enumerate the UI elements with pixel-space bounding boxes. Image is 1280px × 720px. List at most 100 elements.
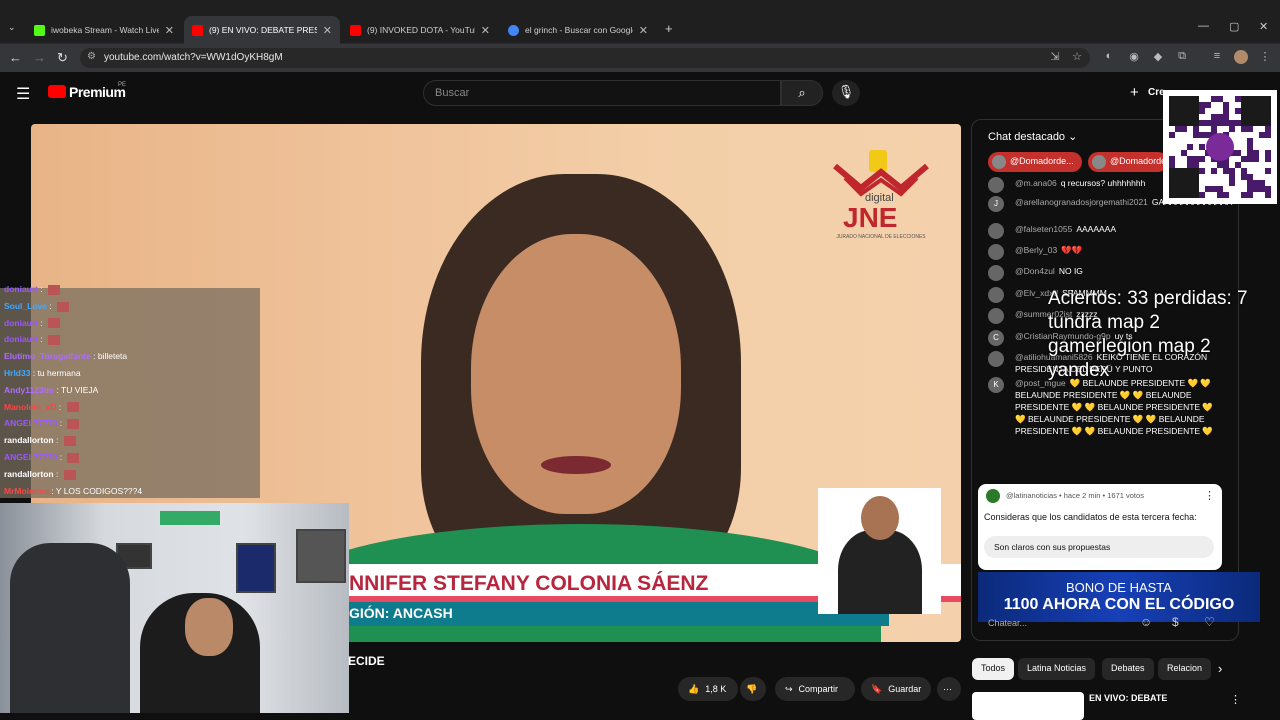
avatar[interactable] bbox=[988, 177, 1004, 193]
chat-username[interactable]: @Don4zul bbox=[1015, 266, 1055, 276]
chat-username: doniaurt bbox=[4, 317, 38, 328]
site-info-icon[interactable]: ⚙ bbox=[87, 51, 96, 62]
hamburger-menu-icon[interactable]: ☰ bbox=[16, 84, 30, 104]
save-label: Guardar bbox=[888, 684, 922, 694]
window-close-icon[interactable]: ✕ bbox=[1259, 20, 1268, 33]
ad-line-1: BONO DE HASTA bbox=[1066, 580, 1172, 595]
emote-icon bbox=[66, 402, 79, 413]
filter-chip[interactable]: Latina Noticias bbox=[1018, 658, 1096, 680]
tab-title: (9) INVOKED DOTA - YouTube bbox=[367, 25, 475, 35]
menu-icon[interactable]: ⋮ bbox=[1258, 50, 1272, 64]
forward-icon[interactable]: → bbox=[33, 50, 46, 65]
profile-avatar[interactable] bbox=[1234, 50, 1248, 64]
chat-username[interactable]: @Berly_03 bbox=[1015, 245, 1057, 255]
avatar[interactable] bbox=[988, 244, 1004, 260]
avatar[interactable] bbox=[988, 287, 1004, 303]
emote-icon bbox=[63, 435, 76, 446]
tab-youtube-debate[interactable]: (9) EN VIVO: DEBATE PRESID ✕ bbox=[184, 16, 340, 44]
pinned-message[interactable]: @Domadorde bbox=[1088, 152, 1168, 172]
streamer-webcam bbox=[0, 503, 349, 713]
qr-code-overlay bbox=[1163, 90, 1277, 204]
heart-icon[interactable]: ♡ bbox=[1204, 615, 1215, 629]
tab-title: iwobeka Stream - Watch Live o bbox=[51, 25, 159, 35]
extension-icon[interactable]: ◉ bbox=[1127, 50, 1141, 64]
close-icon[interactable]: ✕ bbox=[639, 24, 648, 37]
tab-youtube-dota[interactable]: (9) INVOKED DOTA - YouTube ✕ bbox=[342, 16, 498, 44]
extension-icon[interactable]: ◐ bbox=[1102, 50, 1116, 64]
chat-message-body: @Don4zul NO IG bbox=[1015, 265, 1218, 277]
address-bar[interactable]: ⚙ youtube.com/watch?v=WW1dOyKH8gM bbox=[80, 48, 1090, 68]
filter-chip[interactable]: Relacion bbox=[1158, 658, 1212, 680]
more-icon[interactable]: ⋮ bbox=[1204, 489, 1215, 502]
interpreter-body bbox=[838, 530, 922, 614]
media-icon[interactable]: ≡ bbox=[1210, 50, 1224, 64]
separator: : bbox=[38, 284, 46, 294]
chat-text: NO IG bbox=[1058, 266, 1083, 276]
poll-option[interactable]: Son claros con sus propuestas bbox=[984, 536, 1214, 558]
related-video-title[interactable]: EN VIVO: DEBATE bbox=[1089, 693, 1167, 703]
avatar[interactable] bbox=[988, 351, 1004, 367]
chat-header[interactable]: Chat destacado ⌄ bbox=[988, 130, 1077, 143]
emoji-icon[interactable]: ☺ bbox=[1140, 615, 1152, 629]
search-input[interactable]: Buscar bbox=[423, 80, 781, 106]
emote-icon bbox=[67, 419, 80, 430]
chat-username[interactable]: @arellanogranadosjorgemathi2021 bbox=[1015, 197, 1148, 207]
puzzle-icon[interactable]: ⧉ bbox=[1175, 50, 1189, 64]
save-button[interactable]: 🔖 Guardar bbox=[861, 677, 931, 701]
super-chat-icon[interactable]: $ bbox=[1172, 615, 1179, 629]
avatar[interactable]: K bbox=[988, 377, 1004, 393]
more-icon[interactable]: ⋮ bbox=[1230, 693, 1241, 706]
chat-input[interactable]: Chatear... bbox=[988, 612, 1138, 634]
filter-chip[interactable]: Todos bbox=[972, 658, 1015, 680]
avatar[interactable]: J bbox=[988, 196, 1004, 212]
youtube-brand[interactable]: Premium bbox=[69, 84, 126, 100]
tab-title: el grinch - Buscar con Google bbox=[525, 25, 633, 35]
tab-google[interactable]: el grinch - Buscar con Google ✕ bbox=[500, 16, 656, 44]
browser-tab-bar: ⌄ iwobeka Stream - Watch Live o ✕ (9) EN… bbox=[0, 0, 1280, 44]
chat-username: Elutimo_Torogalfante bbox=[4, 351, 91, 362]
close-icon[interactable]: ✕ bbox=[481, 24, 490, 37]
voice-search-button[interactable]: 🎙 bbox=[832, 80, 860, 106]
chat-message: K @post_mgue 💛 BELAUNDE PRESIDENTE 💛 💛 BEL… bbox=[988, 377, 1218, 437]
related-video-thumbnail[interactable] bbox=[972, 692, 1084, 720]
extension-icon[interactable]: ◆ bbox=[1151, 50, 1165, 64]
avatar[interactable]: C bbox=[988, 330, 1004, 346]
reload-icon[interactable]: ↻ bbox=[57, 50, 68, 66]
chat-username: randallorton bbox=[4, 435, 54, 446]
youtube-logo-icon[interactable] bbox=[48, 85, 66, 98]
back-icon[interactable]: ← bbox=[9, 50, 22, 65]
poll-option-label: Son claros con sus propuestas bbox=[994, 542, 1111, 552]
logo-jne-text: JNE bbox=[843, 202, 898, 233]
chat-message-body: @falseten1055 AAAAAAA bbox=[1015, 223, 1218, 235]
chevron-right-icon[interactable]: › bbox=[1218, 661, 1222, 676]
tab-kick[interactable]: iwobeka Stream - Watch Live o ✕ bbox=[26, 16, 182, 44]
video-title: ECIDE bbox=[348, 654, 385, 668]
close-icon[interactable]: ✕ bbox=[323, 24, 332, 37]
install-icon[interactable]: ⇲ bbox=[1048, 50, 1062, 64]
channel-avatar bbox=[986, 489, 1000, 503]
chat-username[interactable]: @falseten1055 bbox=[1015, 224, 1072, 234]
share-button[interactable]: ↪ Compartir bbox=[775, 677, 855, 701]
dislike-button[interactable]: 👎 bbox=[740, 677, 766, 701]
create-plus-icon[interactable]: + bbox=[1130, 84, 1139, 101]
chat-username[interactable]: @m.ana06 bbox=[1015, 178, 1057, 188]
search-placeholder: Buscar bbox=[435, 87, 470, 99]
stream-chat-line: Hrld33 : tu hermana bbox=[4, 368, 81, 383]
new-tab-icon[interactable]: + bbox=[665, 21, 673, 36]
avatar[interactable] bbox=[988, 265, 1004, 281]
filter-chip[interactable]: Debates bbox=[1102, 658, 1154, 680]
close-icon[interactable]: ✕ bbox=[165, 24, 174, 37]
search-button[interactable]: ⌕ bbox=[781, 80, 823, 106]
avatar[interactable] bbox=[988, 308, 1004, 324]
like-button[interactable]: 👍 1,8 K bbox=[678, 677, 738, 701]
chat-mode-label: Chat destacado bbox=[988, 131, 1066, 143]
bookmark-star-icon[interactable]: ☆ bbox=[1070, 50, 1084, 64]
tab-search-icon[interactable]: ⌄ bbox=[8, 22, 16, 33]
logo-subtitle: JURADO NACIONAL DE ELECCIONES bbox=[836, 234, 926, 240]
pinned-message[interactable]: @Domadorde... bbox=[988, 152, 1082, 172]
more-actions-button[interactable]: ⋯ bbox=[937, 677, 961, 701]
candidate-name: NNIFER STEFANY COLONIA SÁENZ bbox=[349, 572, 709, 595]
minimize-icon[interactable]: — bbox=[1198, 20, 1209, 32]
maximize-icon[interactable]: ▢ bbox=[1229, 20, 1239, 33]
avatar[interactable] bbox=[988, 223, 1004, 239]
